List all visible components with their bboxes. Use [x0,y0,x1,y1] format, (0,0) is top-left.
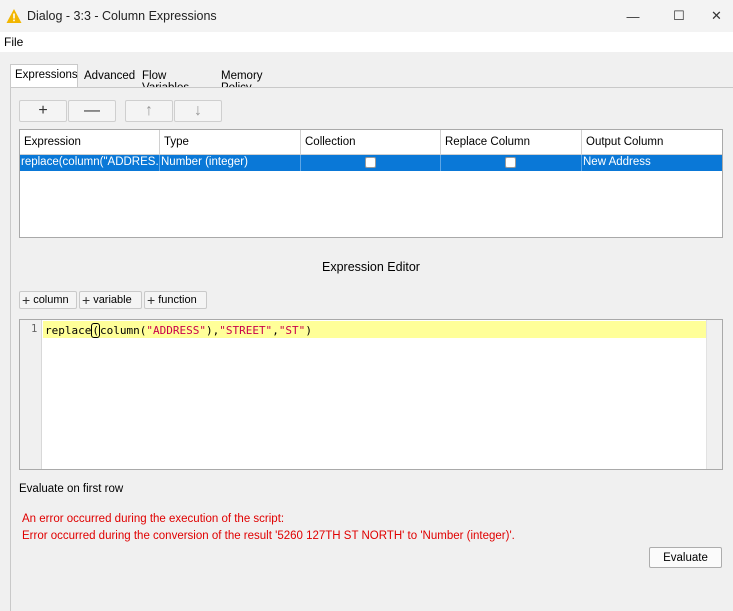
minus-icon: — [84,102,100,119]
cell-expression[interactable]: replace(column("ADDRES... [20,155,160,171]
tab-memory-policy[interactable]: Memory Policy [217,66,297,94]
insert-variable-button[interactable]: + variable [79,291,142,309]
warning-icon [6,9,22,23]
code-editor[interactable]: 1 replace(column("ADDRESS"),"STREET","ST… [19,319,723,470]
table-row[interactable]: replace(column("ADDRES... Number (intege… [20,155,722,171]
code-token-punctuation: , [272,324,279,337]
cell-output-column[interactable]: New Address [582,155,722,171]
table-header: Expression Type Collection Replace Colum… [20,130,722,155]
minimize-button[interactable]: — [610,0,656,32]
minimize-icon: — [626,8,640,24]
window-title: Dialog - 3:3 - Column Expressions [27,9,217,23]
maximize-icon: ☐ [673,8,685,23]
arrow-up-icon: ↑ [145,102,153,119]
expression-editor-title: Expression Editor [322,260,420,274]
expressions-table: Expression Type Collection Replace Colum… [19,129,723,238]
evaluate-button[interactable]: Evaluate [649,547,722,568]
code-token-string: "ST" [278,324,306,337]
cell-collection[interactable] [301,155,441,171]
insert-function-label: function [158,294,197,306]
plus-icon: + [22,292,31,308]
cell-replace-column[interactable] [441,155,582,171]
close-button[interactable]: ✕ [700,0,733,32]
vertical-scrollbar[interactable] [706,320,722,469]
close-icon: ✕ [711,8,722,23]
column-header-output-column[interactable]: Output Column [582,130,722,155]
cell-type[interactable]: Number (integer) [160,155,301,171]
insert-column-button[interactable]: + column [19,291,77,309]
column-header-collection[interactable]: Collection [301,130,441,155]
replace-column-checkbox[interactable] [505,157,516,168]
menu-bar: File [0,32,733,52]
plus-icon: + [147,292,156,308]
title-bar: Dialog - 3:3 - Column Expressions — ☐ ✕ [0,0,733,32]
code-token-punctuation: ) [305,324,312,337]
code-line[interactable]: replace(column("ADDRESS"),"STREET","ST") [45,323,312,338]
tab-flow-variables[interactable]: Flow Variables [138,66,216,94]
column-header-type[interactable]: Type [160,130,301,155]
column-header-expression[interactable]: Expression [20,130,160,155]
code-token-string: "ADDRESS" [146,324,206,337]
collection-checkbox[interactable] [365,157,376,168]
code-token-function: replace [45,324,92,337]
code-token-function: column( [99,324,147,337]
line-number: 1 [31,323,38,335]
add-expression-button[interactable]: + [19,100,67,122]
line-number-gutter: 1 [20,320,42,469]
plus-icon: + [38,102,48,119]
code-token-string: "STREET" [219,324,273,337]
insert-variable-label: variable [93,294,132,306]
maximize-button[interactable]: ☐ [656,0,702,32]
evaluate-label: Evaluate on first row [19,483,124,495]
plus-icon: + [82,292,91,308]
move-up-button[interactable]: ↑ [125,100,173,122]
insert-column-label: column [33,294,69,306]
column-header-replace-column[interactable]: Replace Column [441,130,582,155]
move-down-button[interactable]: ↓ [174,100,222,122]
remove-expression-button[interactable]: — [68,100,116,122]
error-message: An error occurred during the execution o… [22,513,285,525]
tab-advanced[interactable]: Advanced [80,66,136,88]
menu-file[interactable]: File [4,35,23,49]
error-detail: Error occurred during the conversion of … [22,530,515,542]
bracket-match-marker: ( [91,323,100,338]
tab-expressions[interactable]: Expressions [10,64,78,88]
arrow-down-icon: ↓ [194,102,202,119]
code-token-punctuation: ), [205,324,220,337]
tab-bar: Expressions Advanced Flow Variables Memo… [0,52,733,94]
insert-function-button[interactable]: + function [144,291,207,309]
